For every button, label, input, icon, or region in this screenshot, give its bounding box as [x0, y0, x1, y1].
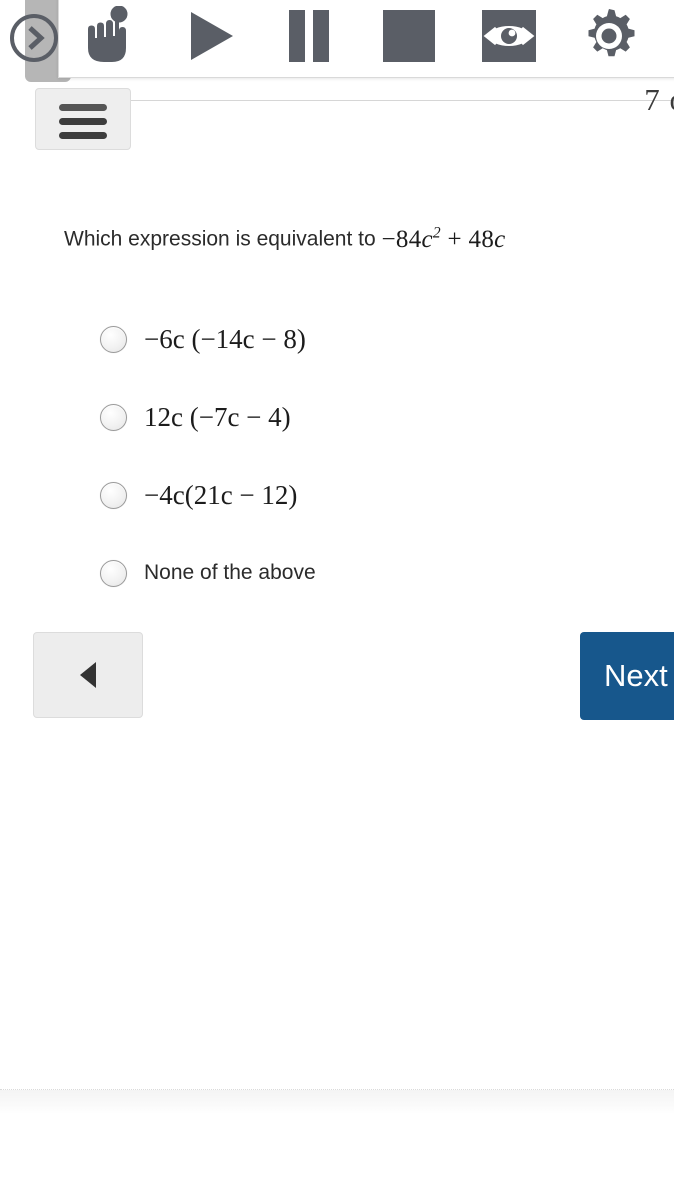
hamburger-line-middle [59, 117, 107, 125]
toolbar-bar [58, 0, 674, 78]
option-label-d: None of the above [144, 561, 316, 584]
hamburger-menu-button[interactable] [35, 88, 131, 150]
option-row-a[interactable]: −6c (−14c − 8) [100, 300, 660, 378]
option-label-b: 12c (−7c − 4) [144, 401, 291, 432]
previous-question-button[interactable] [33, 632, 143, 718]
radio-button-b[interactable] [100, 403, 127, 431]
option-row-c[interactable]: −4c(21c − 12) [100, 456, 660, 534]
answer-options-list: −6c (−14c − 8) 12c (−7c − 4) −4c(21c − 1… [100, 300, 660, 612]
toolbar-button-group [59, 0, 674, 78]
question-row: Which expression is equivalent to −84c2 … [64, 225, 674, 254]
option-row-d[interactable]: None of the above [100, 534, 660, 612]
expr-exponent: 2 [432, 225, 441, 242]
next-question-button[interactable]: Next [580, 632, 674, 720]
expr-plus: + [447, 226, 462, 254]
option-label-c: −4c(21c − 12) [144, 479, 298, 510]
next-button-label: Next [604, 658, 668, 693]
triangle-left-icon [80, 662, 96, 688]
gear-icon [588, 9, 635, 57]
radio-button-d[interactable] [100, 559, 127, 587]
radio-button-c[interactable] [100, 481, 127, 509]
question-prefix: Which expression is equivalent to [64, 227, 382, 251]
option-row-b[interactable]: 12c (−7c − 4) [100, 378, 660, 456]
eye-inspect-icon [482, 10, 536, 62]
hamburger-line-bottom [59, 131, 107, 139]
play-button[interactable] [159, 0, 259, 75]
hand-tap-icon [88, 6, 128, 62]
expr-coef-1: 84 [395, 226, 422, 254]
recorder-toolbar-overlay [0, 0, 674, 84]
question-expression: −84c2 + 48c [381, 225, 506, 254]
stop-button[interactable] [359, 0, 459, 75]
expr-minus: − [381, 226, 396, 254]
expr-var-1: c [421, 226, 433, 254]
inspect-button[interactable] [459, 0, 559, 75]
tap-tool-button[interactable] [59, 0, 159, 75]
footer-band [0, 1090, 674, 1114]
radio-button-a[interactable] [100, 325, 127, 353]
chevron-right-circle-icon[interactable] [8, 12, 60, 64]
footer-divider [0, 1089, 674, 1091]
stop-icon [383, 10, 435, 62]
header-divider [130, 100, 674, 101]
play-icon [191, 12, 233, 60]
page-counter: 7 o [644, 82, 674, 117]
pause-button[interactable] [259, 0, 359, 75]
expr-var-2: c [494, 226, 506, 254]
settings-button[interactable] [559, 0, 659, 75]
pause-icon [289, 10, 329, 62]
option-label-a: −6c (−14c − 8) [144, 323, 306, 354]
expr-coef-2: 48 [468, 226, 495, 254]
quiz-page: 7 o Which expression is equivalent to −8… [0, 0, 674, 1200]
hamburger-line-top [59, 103, 107, 111]
